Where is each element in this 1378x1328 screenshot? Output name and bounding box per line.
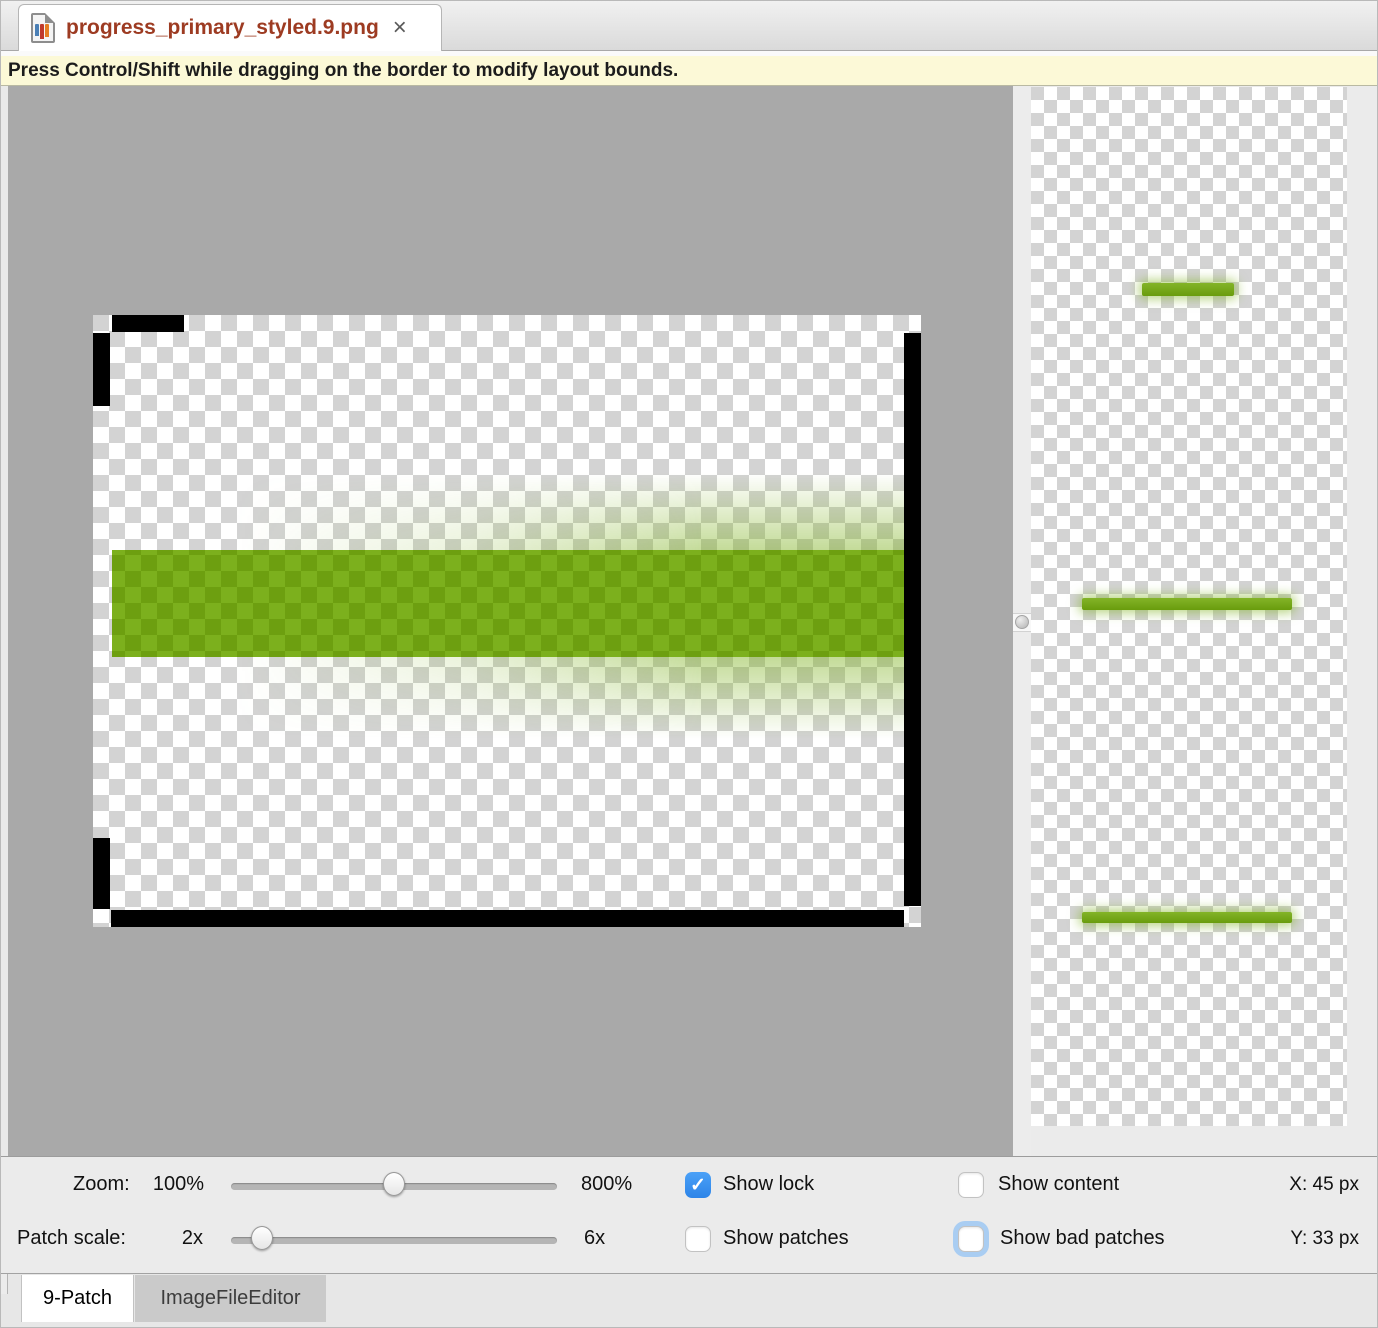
patch-scale-label: Patch scale: <box>17 1227 126 1250</box>
patch-scale-slider-thumb[interactable] <box>251 1226 273 1250</box>
show-lock-label: Show lock <box>723 1173 814 1196</box>
pane-splitter[interactable] <box>1013 86 1031 1156</box>
preview-bar-large <box>1082 912 1292 923</box>
cursor-x-coordinate: X: 45 px <box>1289 1174 1359 1196</box>
cursor-y-coordinate: Y: 33 px <box>1290 1228 1359 1250</box>
preview-checkerboard <box>1031 87 1347 1126</box>
patch-scale-slider-track[interactable] <box>231 1237 557 1244</box>
editor-canvas[interactable] <box>8 86 1013 1156</box>
zoom-max-label: 800% <box>581 1173 632 1196</box>
show-bad-patches-label: Show bad patches <box>1000 1227 1165 1250</box>
statusbar-gutter <box>1 1274 8 1294</box>
green-glow-bottom <box>233 657 904 739</box>
image-file-icon <box>31 13 55 43</box>
show-patches-label: Show patches <box>723 1227 849 1250</box>
preview-pane <box>1031 86 1378 1156</box>
show-lock-checkbox[interactable]: ✓ <box>685 1172 711 1198</box>
green-glow-top <box>233 473 904 550</box>
zoom-slider-thumb[interactable] <box>383 1172 405 1196</box>
splitter-handle[interactable] <box>1015 615 1029 629</box>
patch-marker-left-lower[interactable] <box>93 838 110 909</box>
patch-marker-left-upper[interactable] <box>93 333 110 406</box>
tab-title: progress_primary_styled.9.png <box>66 16 379 40</box>
editor-tab-bar: progress_primary_styled.9.png × <box>1 1 1377 51</box>
preview-bar-medium <box>1082 598 1292 610</box>
pencil-glyphs <box>35 24 49 39</box>
patch-scale-max-label: 6x <box>584 1227 605 1250</box>
notice-bar: Press Control/Shift while dragging on th… <box>1 56 1377 86</box>
patch-scale-min: 2x <box>182 1227 203 1250</box>
editor-tab[interactable]: progress_primary_styled.9.png × <box>18 4 442 51</box>
padding-marker-right[interactable] <box>904 333 921 906</box>
controls-panel: Zoom: 100% 800% Patch scale: 2x 6x ✓ Sho… <box>1 1156 1378 1273</box>
preview-bar-small <box>1142 283 1234 296</box>
close-icon[interactable]: × <box>393 16 407 40</box>
zoom-value: 100% <box>153 1173 204 1196</box>
tab-9patch[interactable]: 9-Patch <box>21 1275 134 1322</box>
show-content-checkbox[interactable] <box>958 1172 984 1198</box>
tab-imagefileeditor[interactable]: ImageFileEditor <box>135 1275 326 1322</box>
check-icon: ✓ <box>690 1174 706 1197</box>
left-gutter <box>1 86 8 1156</box>
patch-marker-top[interactable] <box>112 315 184 332</box>
notice-text: Press Control/Shift while dragging on th… <box>8 60 678 82</box>
editor-mode-tabbar: 9-Patch ImageFileEditor <box>1 1273 1378 1328</box>
ninepatch-editor-window: progress_primary_styled.9.png × Press Co… <box>0 0 1378 1328</box>
show-content-label: Show content <box>998 1173 1119 1196</box>
show-bad-patches-checkbox[interactable] <box>958 1226 984 1252</box>
main-area <box>1 86 1378 1156</box>
progress-green-bar <box>112 550 904 657</box>
ninepatch-image[interactable] <box>93 315 921 927</box>
padding-marker-bottom[interactable] <box>111 910 904 927</box>
show-patches-checkbox[interactable] <box>685 1226 711 1252</box>
zoom-label: Zoom: <box>73 1173 130 1196</box>
